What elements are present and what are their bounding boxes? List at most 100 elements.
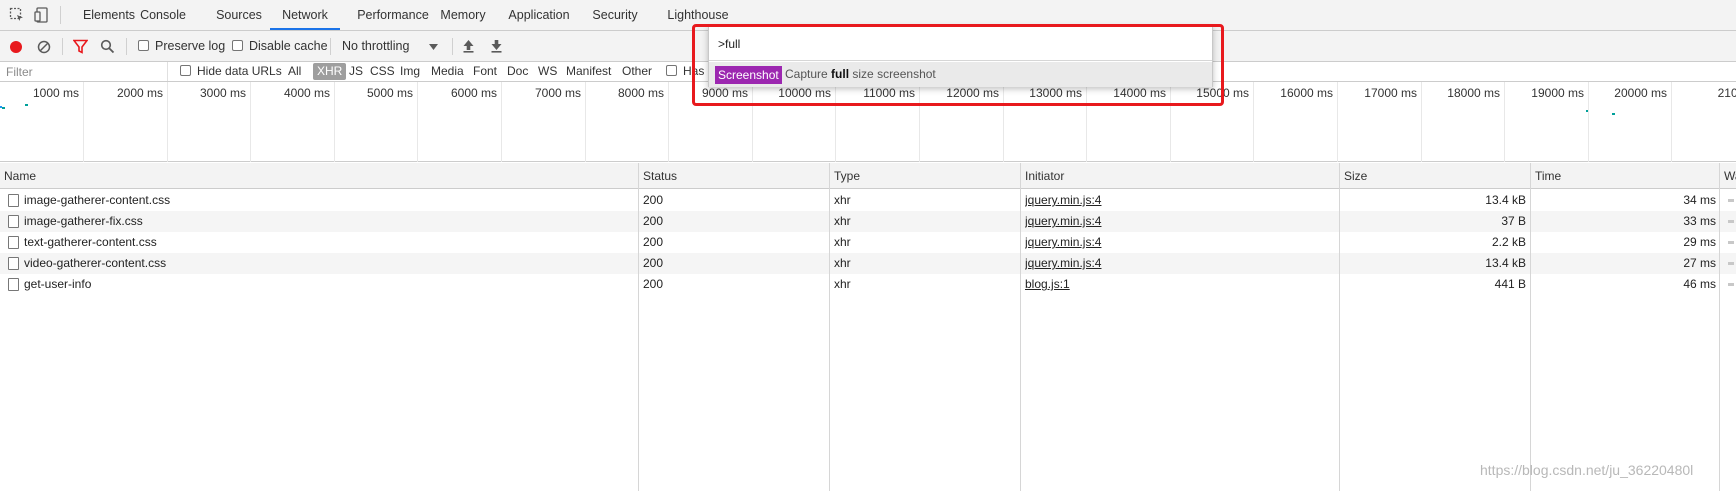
filter-icon[interactable] <box>73 39 88 54</box>
cell-size: 13.4 kB <box>1485 256 1526 270</box>
file-icon <box>8 236 19 249</box>
command-menu-item-screenshot[interactable]: Screenshot Capture full size screenshot <box>709 62 1212 87</box>
checkbox-box[interactable] <box>138 40 149 51</box>
filter-type-ws[interactable]: WS <box>538 62 557 81</box>
timeline-overview[interactable]: 1000 ms 2000 ms 3000 ms 4000 ms 5000 ms 6000 … <box>0 82 1736 162</box>
column-header-time[interactable]: Time <box>1531 163 1719 189</box>
cell-type: xhr <box>834 277 851 291</box>
column-divider[interactable] <box>638 163 639 491</box>
timeline-tick-label: 6000 ms <box>450 86 497 100</box>
file-icon <box>8 257 19 270</box>
filter-type-js[interactable]: JS <box>349 62 363 81</box>
filter-type-all[interactable]: All <box>288 62 301 81</box>
toolbar-divider <box>60 6 61 24</box>
export-har-icon[interactable] <box>490 39 503 53</box>
chevron-down-icon[interactable] <box>429 44 438 50</box>
inspect-element-icon[interactable] <box>9 7 25 23</box>
filter-type-css[interactable]: CSS <box>370 62 395 81</box>
cell-name: image-gatherer-fix.css <box>24 214 143 228</box>
throttling-select[interactable]: No throttling <box>342 31 409 61</box>
timeline-tick-label: 10000 ms <box>778 86 831 100</box>
cell-status: 200 <box>643 193 664 207</box>
column-divider[interactable] <box>1530 163 1531 491</box>
tab-console[interactable]: Console <box>128 0 198 30</box>
tab-performance[interactable]: Performance <box>346 0 440 30</box>
cell-time: 33 ms <box>1683 214 1716 228</box>
import-har-icon[interactable] <box>462 39 475 53</box>
column-header-size[interactable]: Size <box>1340 163 1530 189</box>
filter-type-img[interactable]: Img <box>400 62 420 81</box>
tab-application[interactable]: Application <box>502 0 576 30</box>
checkbox-box[interactable] <box>232 40 243 51</box>
timeline-tick-label: 12000 ms <box>946 86 999 100</box>
timeline-tick-label: 13000 ms <box>1029 86 1082 100</box>
clear-icon[interactable] <box>37 40 51 54</box>
cell-initiator[interactable]: jquery.min.js:4 <box>1025 211 1325 232</box>
record-icon[interactable] <box>9 40 23 54</box>
cell-initiator[interactable]: jquery.min.js:4 <box>1025 232 1325 253</box>
filter-input[interactable] <box>0 62 168 81</box>
cell-time: 34 ms <box>1683 193 1716 207</box>
tab-sources[interactable]: Sources <box>206 0 272 30</box>
cell-time: 27 ms <box>1683 256 1716 270</box>
column-divider[interactable] <box>1020 163 1021 491</box>
cell-name: get-user-info <box>24 277 92 291</box>
disable-cache-label: Disable cache <box>249 39 328 53</box>
checkbox-box[interactable] <box>666 65 677 76</box>
filter-type-other[interactable]: Other <box>622 62 652 81</box>
cell-size: 13.4 kB <box>1485 193 1526 207</box>
table-row[interactable]: get-user-info 200 xhr blog.js:1 441 B 46 ms <box>0 274 1736 295</box>
cell-initiator[interactable]: jquery.min.js:4 <box>1025 253 1325 274</box>
cell-size: 2.2 kB <box>1491 235 1526 249</box>
checkbox-box[interactable] <box>180 65 191 76</box>
has-blocked-cookies-checkbox[interactable]: Has <box>666 62 704 81</box>
waterfall-bar <box>1728 241 1734 244</box>
search-icon[interactable] <box>100 39 115 54</box>
tab-security[interactable]: Security <box>586 0 644 30</box>
cell-status: 200 <box>643 277 664 291</box>
table-row[interactable]: image-gatherer-content.css 200 xhr jquery.m… <box>0 190 1736 211</box>
filter-type-doc[interactable]: Doc <box>507 62 528 81</box>
cell-name: text-gatherer-content.css <box>24 235 157 249</box>
command-title-suffix: size screenshot <box>852 67 936 81</box>
timeline-tick-label: 11000 ms <box>863 86 915 100</box>
tab-network[interactable]: Network <box>270 0 340 30</box>
table-row[interactable]: video-gatherer-content.css 200 xhr jquery.m… <box>0 253 1736 274</box>
filter-type-media[interactable]: Media <box>431 62 464 81</box>
table-row[interactable]: image-gatherer-fix.css 200 xhr jquery.min.j… <box>0 211 1736 232</box>
column-header-waterfall[interactable]: Wa <box>1720 163 1736 189</box>
timeline-tick-label: 1000 ms <box>32 86 79 100</box>
column-header-type[interactable]: Type <box>830 163 1020 189</box>
filter-type-manifest[interactable]: Manifest <box>566 62 611 81</box>
file-icon <box>8 278 19 291</box>
command-menu: Screenshot Capture full size screenshot <box>708 26 1213 87</box>
file-icon <box>8 215 19 228</box>
column-divider[interactable] <box>829 163 830 491</box>
cell-name: image-gatherer-content.css <box>24 193 171 207</box>
column-header-status[interactable]: Status <box>639 163 829 189</box>
command-title-match: full <box>831 67 850 81</box>
disable-cache-checkbox[interactable]: Disable cache <box>232 31 328 61</box>
tab-memory[interactable]: Memory <box>436 0 490 30</box>
command-menu-input[interactable] <box>709 27 1212 61</box>
preserve-log-checkbox[interactable]: Preserve log <box>138 31 225 61</box>
cell-initiator[interactable]: jquery.min.js:4 <box>1025 190 1325 211</box>
timeline-tick-label: 20000 ms <box>1614 86 1667 100</box>
filter-type-font[interactable]: Font <box>473 62 497 81</box>
waterfall-bar <box>1728 262 1734 265</box>
cell-initiator[interactable]: blog.js:1 <box>1025 274 1325 295</box>
hide-data-urls-checkbox[interactable]: Hide data URLs <box>180 62 282 81</box>
column-header-name[interactable]: Name <box>0 163 638 189</box>
timeline-tick-label: 7000 ms <box>534 86 581 100</box>
column-divider[interactable] <box>1719 163 1720 491</box>
preserve-log-label: Preserve log <box>155 39 226 53</box>
cell-name: video-gatherer-content.css <box>24 256 167 270</box>
device-toolbar-icon[interactable] <box>34 7 50 23</box>
waterfall-bar <box>1728 220 1734 223</box>
timeline-tick-label: 21000 <box>1717 86 1736 100</box>
column-divider[interactable] <box>1339 163 1340 491</box>
column-header-initiator[interactable]: Initiator <box>1021 163 1339 189</box>
table-row[interactable]: text-gatherer-content.css 200 xhr jquery.mi… <box>0 232 1736 253</box>
filter-type-xhr[interactable]: XHR <box>313 63 347 80</box>
timeline-tick-label: 4000 ms <box>283 86 330 100</box>
